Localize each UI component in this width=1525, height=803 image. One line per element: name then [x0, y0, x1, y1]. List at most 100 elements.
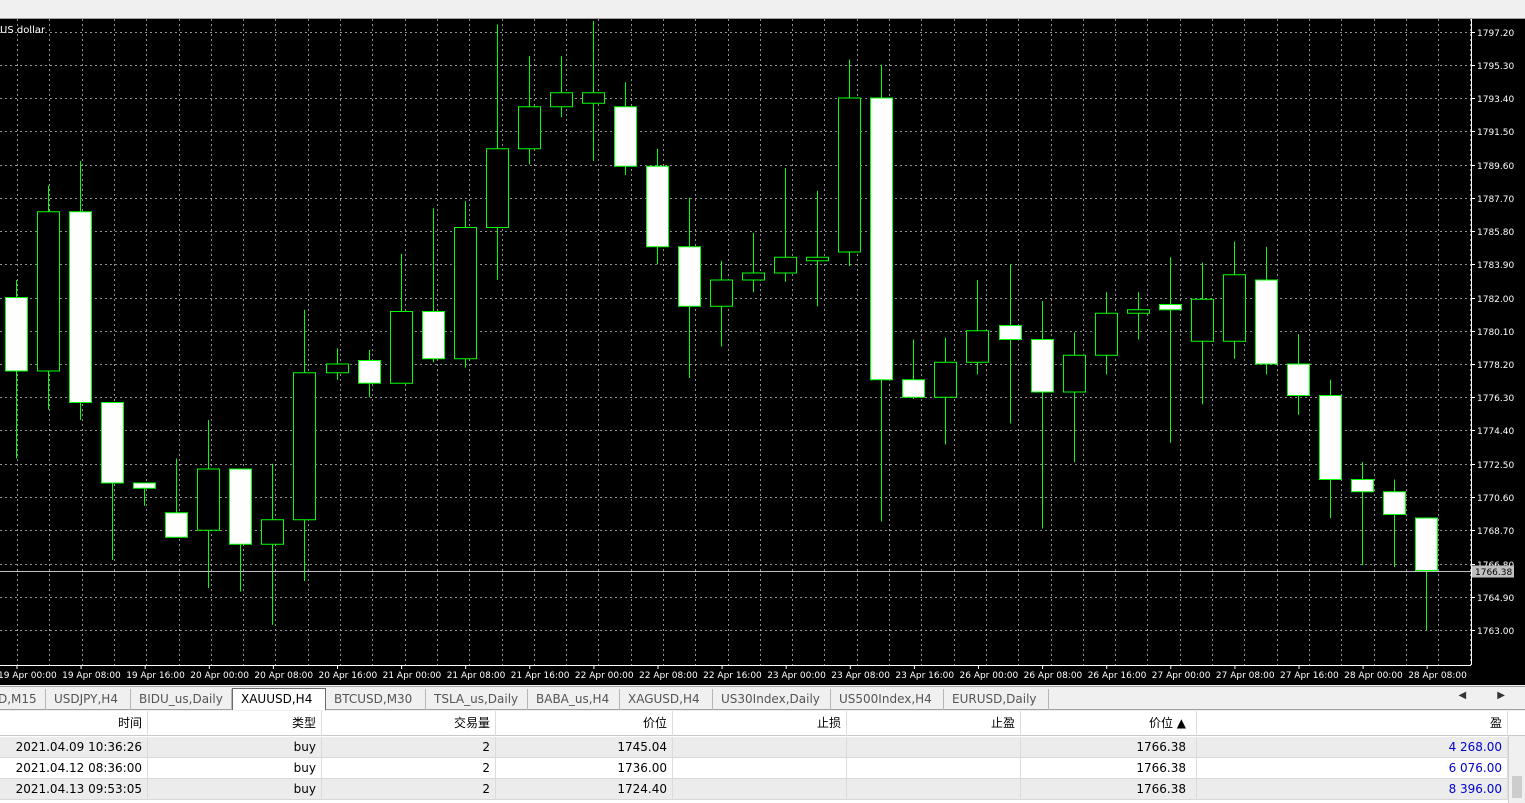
candle-body: [390, 311, 413, 384]
price-chart[interactable]: 1797.20 1795.30 1793.40 1791.50 1789.60 1787.…: [0, 19, 1525, 685]
candle-body: [1255, 279, 1278, 365]
trade-positions-table: 时间 类型 交易量 价位 止损 止盈 价位 ▲ 盈 2021.04.09 10:…: [0, 711, 1525, 803]
cell-stop-loss: [673, 737, 847, 758]
cell-volume: 2: [322, 779, 496, 800]
y-tick-label: 1789.60: [1477, 162, 1514, 172]
candle-body: [999, 325, 1022, 340]
candle-body: [1031, 339, 1054, 393]
cell-current-price: 1766.38: [1021, 737, 1197, 758]
candle-body: [197, 468, 220, 531]
y-tick-label: 1768.70: [1477, 527, 1514, 537]
x-tick-label: 27 Apr 16:00: [1280, 671, 1339, 681]
tab-chart-4[interactable]: BTCUSD,M30: [326, 689, 426, 710]
header-volume[interactable]: 交易量: [322, 711, 496, 736]
candle-body: [1383, 491, 1406, 515]
y-tick-label: 1782.00: [1477, 295, 1514, 305]
x-tick-label: 20 Apr 08:00: [254, 671, 313, 681]
x-tick-label: 28 Apr 08:00: [1408, 671, 1467, 681]
candle-body: [710, 279, 733, 307]
y-tick-label: 1791.50: [1477, 128, 1514, 138]
header-type[interactable]: 类型: [148, 711, 322, 736]
tab-chart-7[interactable]: XAGUSD,H4: [620, 689, 713, 710]
candle-body: [422, 311, 445, 360]
table-scrollbar[interactable]: [1508, 736, 1525, 803]
candle-body: [358, 360, 381, 384]
cell-type: buy: [148, 737, 322, 758]
candle-body: [1415, 517, 1438, 571]
candle-body: [5, 297, 28, 372]
cell-take-profit: [847, 758, 1021, 779]
scrollbar-thumb[interactable]: [1512, 776, 1522, 798]
candle-body: [1095, 312, 1118, 356]
y-tick-label: 1780.10: [1477, 328, 1514, 338]
candle-body: [614, 106, 637, 167]
cell-take-profit: [847, 779, 1021, 800]
y-tick-label: 1774.40: [1477, 427, 1514, 437]
candlestick-chart-svg[interactable]: 1797.20 1795.30 1793.40 1791.50 1789.60 1787.…: [0, 19, 1525, 685]
table-row[interactable]: 2021.04.12 08:36:00 buy 2 1736.00 1766.38 6 0…: [0, 758, 1508, 779]
cell-open-price: 1736.00: [496, 758, 673, 779]
x-tick-label: 19 Apr 16:00: [126, 671, 185, 681]
y-tick-label: 1772.50: [1477, 461, 1514, 471]
table-row[interactable]: 2021.04.09 10:36:26 buy 2 1745.04 1766.38 4 2…: [0, 737, 1508, 758]
tab-chart-8[interactable]: US30Index,Daily: [713, 689, 831, 710]
candle-body: [37, 211, 60, 372]
x-tick-label: 21 Apr 08:00: [447, 671, 506, 681]
x-tick-label: 20 Apr 16:00: [319, 671, 378, 681]
table-row[interactable]: 2021.04.13 09:53:05 buy 2 1724.40 1766.38 8 3…: [0, 779, 1508, 800]
x-tick-label: 19 Apr 00:00: [0, 671, 57, 681]
candle-body: [261, 519, 284, 545]
candle-body: [69, 211, 92, 403]
tab-chart-9[interactable]: US500Index,H4: [831, 689, 944, 710]
candle-body: [1159, 304, 1182, 311]
y-tick-label: 1787.70: [1477, 195, 1514, 205]
candle-body: [646, 165, 669, 248]
cell-take-profit: [847, 737, 1021, 758]
x-tick-label: 22 Apr 16:00: [703, 671, 762, 681]
header-time[interactable]: 时间: [0, 711, 148, 736]
window-top-bar: [0, 0, 1525, 19]
candle-body: [454, 227, 477, 360]
y-tick-label: 1793.40: [1477, 95, 1514, 105]
candle-body: [1191, 298, 1214, 342]
header-take-profit[interactable]: 止盈: [847, 711, 1021, 736]
candle-body: [550, 92, 573, 108]
candle-body: [1223, 274, 1246, 342]
cell-type: buy: [148, 758, 322, 779]
x-tick-label: 26 Apr 08:00: [1024, 671, 1083, 681]
candle-body: [133, 482, 156, 489]
y-tick-label: 1764.90: [1477, 594, 1514, 604]
candle-body: [293, 372, 316, 521]
tab-chart-2[interactable]: BIDU_us,Daily: [131, 689, 232, 710]
candle-body: [326, 363, 349, 374]
tab-chart-5[interactable]: TSLA_us,Daily: [426, 689, 528, 710]
header-profit[interactable]: 盈: [1197, 711, 1508, 736]
candle-body: [870, 97, 893, 381]
cell-profit: 8 396.00: [1197, 779, 1508, 800]
tab-chart-10[interactable]: EURUSD,Daily: [944, 689, 1049, 710]
header-open-price[interactable]: 价位: [496, 711, 673, 736]
candle-body: [582, 92, 605, 104]
tab-chart-3[interactable]: XAUUSD,H4: [232, 688, 326, 710]
cell-volume: 2: [322, 737, 496, 758]
tab-chart-6[interactable]: BABA_us,H4: [528, 689, 620, 710]
tab-chart-1[interactable]: USDJPY,H4: [46, 689, 131, 710]
candle-body: [1351, 479, 1374, 493]
x-tick-label: 26 Apr 00:00: [960, 671, 1019, 681]
x-tick-label: 20 Apr 00:00: [190, 671, 249, 681]
candle-body: [1063, 354, 1086, 393]
current-price-label: 1766.38: [1475, 568, 1512, 578]
x-tick-label: 26 Apr 16:00: [1088, 671, 1147, 681]
cell-volume: 2: [322, 758, 496, 779]
cell-profit: 4 268.00: [1197, 737, 1508, 758]
x-tick-label: 27 Apr 00:00: [1152, 671, 1211, 681]
tab-chart-0[interactable]: D,M15: [0, 689, 46, 710]
candle-body: [934, 361, 957, 398]
x-tick-label: 22 Apr 00:00: [575, 671, 634, 681]
x-tick-label: 21 Apr 00:00: [383, 671, 442, 681]
tab-scroll-arrows[interactable]: ◀ ▶: [1458, 690, 1519, 701]
header-stop-loss[interactable]: 止损: [673, 711, 847, 736]
header-current-price[interactable]: 价位 ▲: [1021, 711, 1197, 736]
candle-body: [678, 246, 701, 307]
candle-body: [1319, 395, 1342, 480]
